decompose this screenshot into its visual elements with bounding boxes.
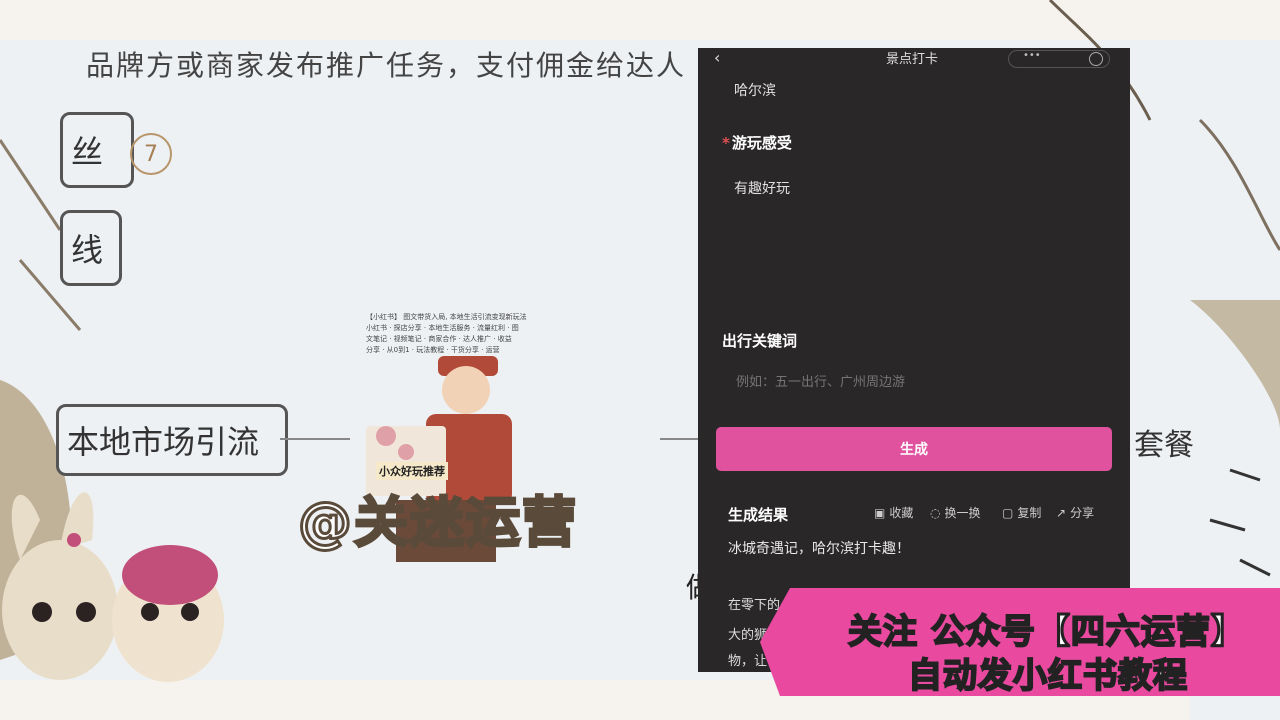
channel-watermark: @关迷运营: [297, 490, 578, 556]
share-label: 分享: [1070, 506, 1095, 520]
more-dots-icon[interactable]: •••: [1023, 50, 1041, 61]
connector-line-left: [280, 438, 350, 440]
copy-icon: ▢: [1002, 505, 1014, 520]
close-circle-icon[interactable]: [1089, 52, 1103, 66]
chevron-left-icon[interactable]: ‹: [714, 48, 720, 67]
promo-banner-line2: 自动发小红书教程: [907, 655, 1188, 697]
refresh-label: 换一换: [944, 506, 981, 520]
slide-top-line: 品牌方或商家发布推广任务，支付佣金给达人: [86, 49, 687, 82]
poster-line: 【小红书】 图文带货入局, 本地生活引流变现新玩法: [366, 313, 527, 321]
poster-text: 【小红书】 图文带货入局, 本地生活引流变现新玩法 小红书 · 探店分享 · 本…: [366, 312, 576, 356]
poster-line: 文笔记 · 视频笔记 · 商家合作 · 达人推广 · 收益: [366, 335, 512, 343]
feeling-textarea[interactable]: 有趣好玩: [734, 178, 790, 198]
promo-banner-line1: 关注 公众号【四六运营】: [847, 611, 1246, 653]
city-value[interactable]: 哈尔滨: [734, 80, 776, 100]
share-icon: ↗: [1056, 505, 1067, 520]
mindmap-node-right: 套餐: [1134, 428, 1194, 463]
keyword-label: 出行关键词: [722, 332, 798, 350]
page-title: 景点打卡: [886, 52, 939, 67]
phone-header: ‹ 景点打卡 •••: [698, 48, 1130, 68]
poster-line: 小红书 · 探店分享 · 本地生活服务 · 流量红利 · 图: [366, 324, 519, 332]
feeling-label: * 游玩感受: [722, 132, 792, 153]
result-title: 冰城奇遇记，哈尔滨打卡趣！: [728, 541, 910, 557]
refresh-action[interactable]: ◌ 换一换: [930, 504, 981, 521]
mindmap-node-1-label: 丝: [71, 133, 104, 171]
required-star-icon: *: [722, 134, 730, 152]
generate-button[interactable]: 生成: [716, 427, 1112, 471]
phone-screen: ‹ 景点打卡 ••• 哈尔滨 *游玩感受 有趣好玩 出行关键词 生成 生成结果 …: [698, 48, 1130, 672]
collect-label: 收藏: [889, 506, 914, 520]
mindmap-node-1: 丝: [60, 112, 134, 188]
result-label: 生成结果: [728, 506, 789, 524]
mindmap-node-2-label: 线: [71, 231, 104, 269]
mindmap-node-local-traffic: 本地市场引流: [56, 404, 288, 476]
capsule-menu[interactable]: •••: [1008, 50, 1110, 68]
bookmark-icon: ▣: [874, 505, 886, 520]
refresh-icon: ◌: [930, 505, 941, 520]
collect-action[interactable]: ▣ 收藏: [874, 504, 913, 521]
share-action[interactable]: ↗ 分享: [1056, 504, 1094, 521]
keyword-input[interactable]: [734, 374, 1098, 391]
copy-action[interactable]: ▢ 复制: [1002, 504, 1041, 521]
mindmap-node-3-label: 本地市场引流: [67, 423, 260, 461]
copy-label: 复制: [1017, 506, 1042, 520]
number-badge: 7: [130, 133, 172, 175]
feeling-label-text: 游玩感受: [731, 134, 792, 152]
mindmap-node-2: 线: [60, 210, 122, 286]
poster-line: 分享 · 从0到1 · 玩法教程 · 干货分享 · 运营: [366, 346, 500, 354]
connector-line-mid: [660, 438, 700, 440]
